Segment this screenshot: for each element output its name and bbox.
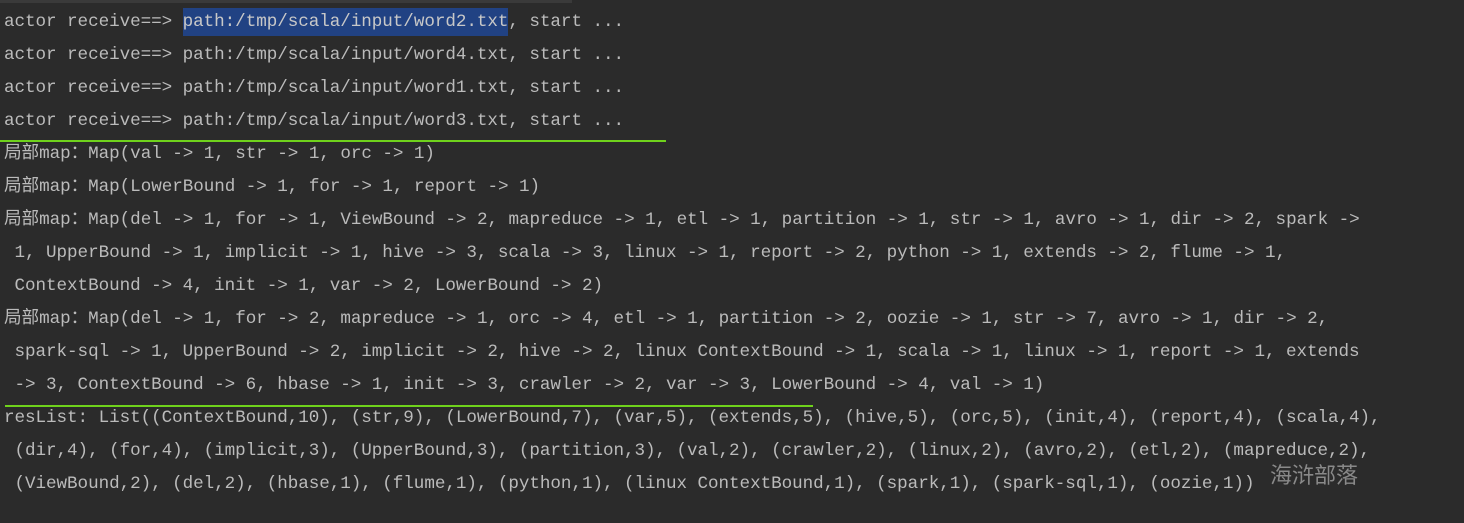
path-text: path:/tmp/scala/input/word3.txt (182, 111, 509, 131)
console-line-actor-3[interactable]: actor receive==> path:/tmp/scala/input/w… (4, 72, 624, 105)
console-line-map-3[interactable]: 局部map：Map(del -> 1, for -> 1, ViewBound … (4, 204, 1360, 237)
actor-prefix: actor receive==> (4, 111, 183, 131)
actor-suffix: , start ... (508, 12, 624, 32)
console-output[interactable]: actor receive==> path:/tmp/scala/input/w… (0, 0, 1464, 523)
console-line-map-4[interactable]: 局部map：Map(del -> 1, for -> 2, mapreduce … (4, 303, 1328, 336)
path-text: path:/tmp/scala/input/word4.txt (182, 45, 509, 65)
console-line-reslist-wrap-2[interactable]: (ViewBound,2), (del,2), (hbase,1), (flum… (4, 468, 1255, 501)
watermark-text: 海浒部落 (1270, 464, 1359, 489)
actor-suffix: , start ... (508, 45, 624, 65)
console-line-reslist[interactable]: resList: List((ContextBound,10), (str,9)… (4, 402, 1381, 435)
console-line-actor-1[interactable]: actor receive==> path:/tmp/scala/input/w… (4, 6, 624, 39)
path-text: path:/tmp/scala/input/word1.txt (182, 78, 509, 98)
actor-prefix: actor receive==> (4, 78, 183, 98)
console-line-actor-2[interactable]: actor receive==> path:/tmp/scala/input/w… (4, 39, 624, 72)
actor-suffix: , start ... (508, 111, 624, 131)
console-line-map-3-wrap-1[interactable]: 1, UpperBound -> 1, implicit -> 1, hive … (4, 237, 1287, 270)
selected-path-text[interactable]: path:/tmp/scala/input/word2.txt (182, 8, 508, 36)
console-line-actor-4[interactable]: actor receive==> path:/tmp/scala/input/w… (4, 105, 624, 138)
console-line-map-4-wrap-2[interactable]: -> 3, ContextBound -> 6, hbase -> 1, ini… (4, 369, 1045, 402)
console-line-reslist-wrap-1[interactable]: (dir,4), (for,4), (implicit,3), (UpperBo… (4, 435, 1371, 468)
actor-prefix: actor receive==> (4, 12, 183, 32)
console-line-map-3-wrap-2[interactable]: ContextBound -> 4, init -> 1, var -> 2, … (4, 270, 604, 303)
actor-prefix: actor receive==> (4, 45, 183, 65)
console-line-map-2[interactable]: 局部map：Map(LowerBound -> 1, for -> 1, rep… (4, 171, 540, 204)
actor-suffix: , start ... (508, 78, 624, 98)
console-line-map-1[interactable]: 局部map：Map(val -> 1, str -> 1, orc -> 1) (4, 138, 435, 171)
console-line-map-4-wrap-1[interactable]: spark-sql -> 1, UpperBound -> 2, implici… (4, 336, 1360, 369)
